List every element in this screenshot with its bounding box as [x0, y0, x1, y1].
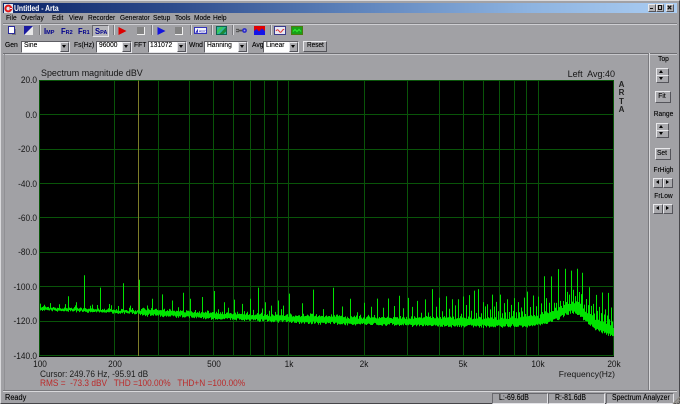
svg-text:ABC: ABC: [198, 29, 206, 33]
